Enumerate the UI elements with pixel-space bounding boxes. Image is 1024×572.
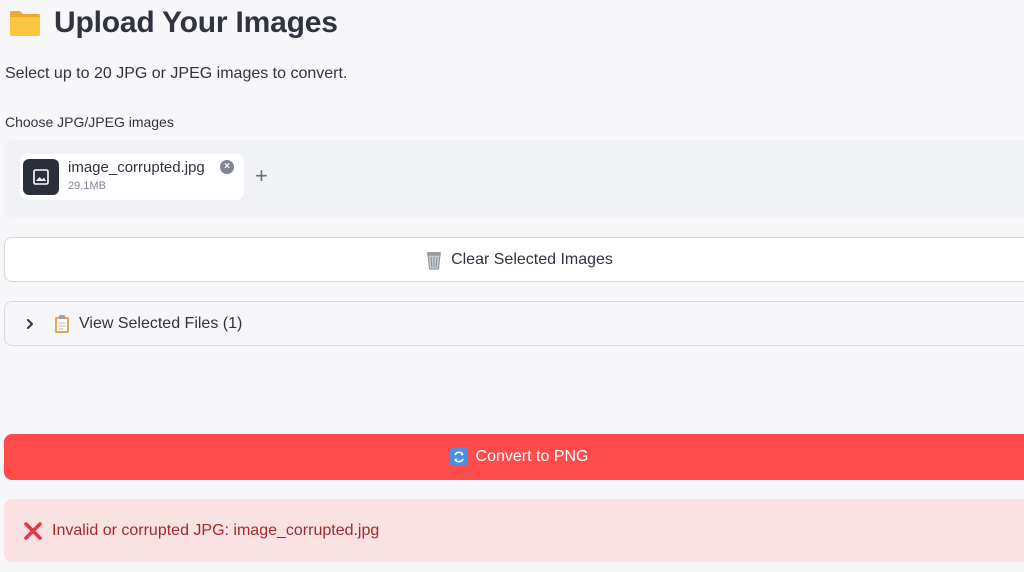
expander-label: View Selected Files (1) <box>79 314 243 332</box>
error-message: Invalid or corrupted JPG: image_corrupte… <box>52 521 380 539</box>
convert-to-png-button[interactable]: Convert to PNG <box>4 434 1024 480</box>
chevron-right-icon <box>27 318 33 329</box>
error-alert: Invalid or corrupted JPG: image_corrupte… <box>4 499 1024 562</box>
refresh-icon <box>449 448 468 466</box>
remove-file-button[interactable]: × <box>220 160 234 174</box>
page-header: Upload Your Images <box>8 6 338 40</box>
file-uploader[interactable]: image_corrupted.jpg 29.1MB × + <box>4 140 1024 217</box>
clipboard-icon <box>53 314 71 334</box>
app-page: Upload Your Images Select up to 20 JPG o… <box>0 0 1024 572</box>
page-title: Upload Your Images <box>54 6 338 39</box>
convert-button-label: Convert to PNG <box>475 448 589 465</box>
clear-selected-images-button[interactable]: Clear Selected Images <box>4 237 1024 282</box>
page-subtitle: Select up to 20 JPG or JPEG images to co… <box>5 65 348 82</box>
image-icon <box>23 159 59 195</box>
view-selected-files-expander[interactable]: View Selected Files (1) <box>4 301 1024 346</box>
add-file-button[interactable]: + <box>255 164 268 188</box>
uploader-label: Choose JPG/JPEG images <box>5 114 174 130</box>
cross-mark-icon <box>22 520 44 542</box>
folder-icon <box>10 11 40 36</box>
clear-button-label: Clear Selected Images <box>451 250 613 268</box>
uploaded-file-chip: image_corrupted.jpg 29.1MB × <box>20 154 244 200</box>
file-size: 29.1MB <box>68 180 106 192</box>
file-name: image_corrupted.jpg <box>68 159 205 176</box>
wastebasket-icon <box>425 250 443 270</box>
